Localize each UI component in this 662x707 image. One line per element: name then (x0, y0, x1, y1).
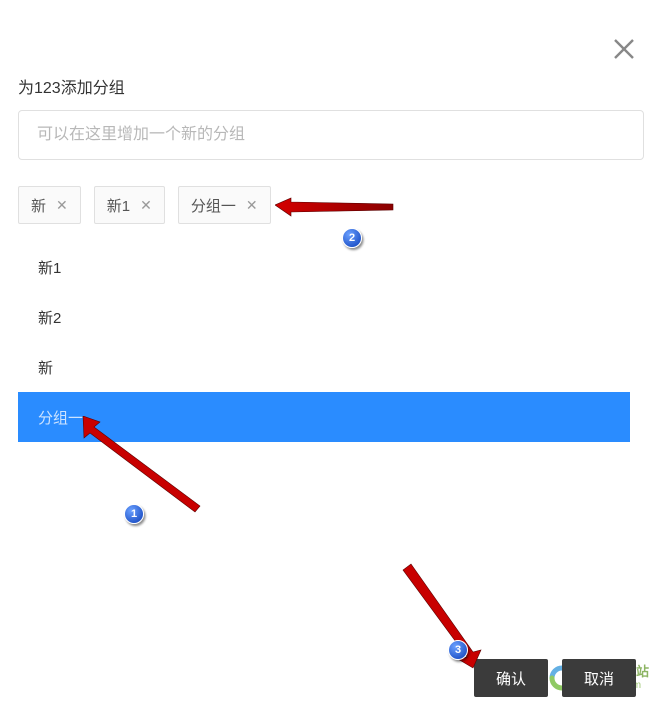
cancel-button[interactable]: 取消 (562, 659, 636, 697)
tag-label: 分组一 (191, 195, 236, 216)
group-list-item[interactable]: 新 (18, 342, 630, 392)
group-list-item-label: 新1 (38, 257, 61, 278)
group-list: 新1 新2 新 分组一 (18, 242, 630, 442)
tag-remove-icon[interactable]: ✕ (246, 197, 258, 214)
annotation-badge-3: 3 (448, 640, 468, 660)
confirm-button[interactable]: 确认 (474, 659, 548, 697)
tag-item[interactable]: 分组一 ✕ (178, 186, 271, 224)
tag-label: 新 (31, 195, 46, 216)
annotation-arrow-2 (275, 195, 395, 219)
group-list-item[interactable]: 新1 (18, 242, 630, 292)
selected-tags-row: 新 ✕ 新1 ✕ 分组一 ✕ (18, 186, 271, 224)
group-list-item-label: 分组一 (38, 407, 83, 428)
tag-item[interactable]: 新 ✕ (18, 186, 81, 224)
close-icon[interactable] (613, 38, 635, 60)
group-list-item-label: 新2 (38, 307, 61, 328)
tag-remove-icon[interactable]: ✕ (140, 197, 152, 214)
annotation-badge-1: 1 (124, 504, 144, 524)
new-group-input[interactable] (18, 110, 644, 160)
annotation-arrow-1 (78, 416, 208, 516)
group-list-item-label: 新 (38, 357, 53, 378)
annotation-arrow-3 (395, 560, 485, 675)
tag-remove-icon[interactable]: ✕ (56, 197, 68, 214)
group-list-item[interactable]: 新2 (18, 292, 630, 342)
dialog-title: 为123添加分组 (18, 74, 125, 98)
tag-label: 新1 (107, 195, 130, 216)
tag-item[interactable]: 新1 ✕ (94, 186, 165, 224)
annotation-badge-2: 2 (342, 228, 362, 248)
